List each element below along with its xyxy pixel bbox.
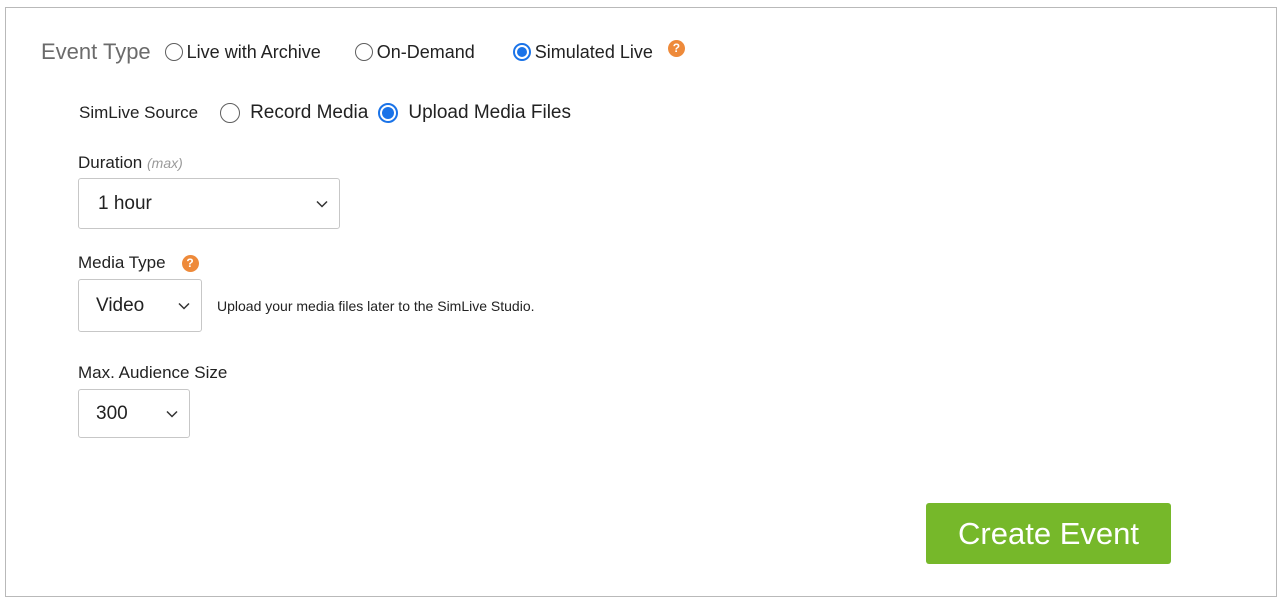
on-demand-label: On-Demand (376, 41, 475, 62)
on-demand-radio[interactable] (354, 43, 373, 61)
media-type-label-text: Media Type (78, 253, 166, 272)
source-record-media-option[interactable]: Record Media (220, 102, 368, 124)
simulated-live-label: Simulated Live (534, 41, 653, 62)
event-type-on-demand-option[interactable]: On-Demand (354, 41, 475, 63)
event-form-panel: Event Type Live with Archive On-Demand S… (5, 7, 1277, 597)
source-upload-media-option[interactable]: Upload Media Files (378, 102, 571, 124)
upload-media-radio[interactable] (378, 103, 399, 123)
event-type-live-archive-option[interactable]: Live with Archive (164, 41, 321, 63)
upload-media-label: Upload Media Files (408, 102, 571, 123)
duration-label: Duration (max) (78, 153, 183, 173)
event-type-row: Event Type Live with Archive On-Demand S… (41, 36, 685, 68)
media-type-label: Media Type ? (78, 253, 199, 273)
audience-size-label: Max. Audience Size (78, 363, 228, 382)
duration-select[interactable]: 1 hour (78, 178, 340, 229)
media-type-value: Video (96, 294, 145, 316)
simulated-live-radio[interactable] (512, 43, 531, 61)
create-event-button[interactable]: Create Event (926, 503, 1171, 564)
audience-size-value: 300 (96, 402, 128, 424)
duration-hint: (max) (147, 155, 183, 171)
media-type-select[interactable]: Video (78, 279, 202, 332)
question-circle-icon[interactable]: ? (667, 39, 685, 57)
audience-size-select[interactable]: 300 (78, 389, 190, 438)
chevron-down-icon (166, 410, 178, 418)
event-type-simulated-live-option[interactable]: Simulated Live (512, 41, 653, 63)
live-archive-radio[interactable] (164, 43, 183, 61)
chevron-down-icon (178, 302, 190, 310)
live-archive-label: Live with Archive (186, 41, 321, 62)
simlive-source-label: SimLive Source (79, 103, 199, 122)
duration-label-text: Duration (78, 153, 143, 172)
chevron-down-icon (316, 200, 328, 208)
record-media-label: Record Media (250, 102, 369, 123)
event-type-label: Event Type (41, 39, 151, 64)
question-circle-icon[interactable]: ? (181, 254, 199, 272)
media-upload-note: Upload your media files later to the Sim… (217, 298, 535, 314)
record-media-radio[interactable] (220, 103, 241, 123)
duration-value: 1 hour (98, 192, 152, 214)
simlive-source-row: SimLive Source Record Media Upload Media… (79, 98, 571, 128)
